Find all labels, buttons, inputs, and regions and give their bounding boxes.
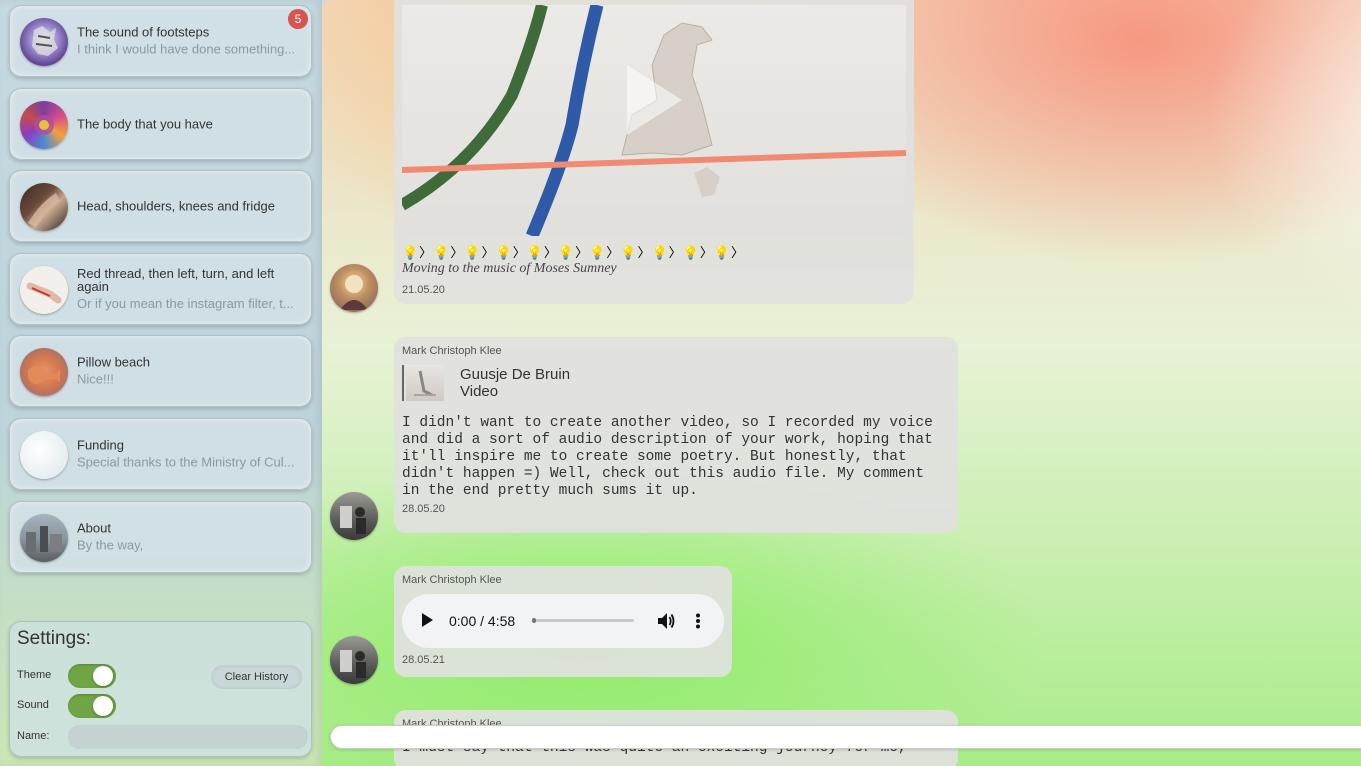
toggle-knob	[93, 666, 113, 686]
chat-preview: I think I would have done something...	[77, 41, 296, 57]
audio-time: 0:00 / 4:58	[449, 613, 516, 629]
chat-item-head-shoulders[interactable]: Head, shoulders, knees and fridge	[9, 170, 312, 242]
chat-avatar	[20, 266, 68, 314]
chat-title: The body that you have	[77, 116, 213, 132]
video-player[interactable]	[402, 5, 906, 236]
volume-icon[interactable]	[656, 611, 676, 631]
sound-toggle[interactable]	[68, 694, 116, 718]
sound-label: Sound	[17, 699, 49, 711]
chat-item-pillow-beach[interactable]: Pillow beach Nice!!!	[9, 335, 312, 407]
message-input[interactable]	[330, 725, 1361, 749]
chat-title: Head, shoulders, knees and fridge	[77, 198, 276, 214]
chat-sidebar: The sound of footsteps I think I would h…	[0, 0, 322, 766]
sender-avatar	[330, 264, 378, 312]
chat-item-funding[interactable]: Funding Special thanks to the Ministry o…	[9, 418, 312, 490]
chat-title: Funding	[77, 437, 124, 453]
chat-title: About	[77, 520, 111, 536]
audio-seek-bar[interactable]	[532, 618, 634, 623]
message-text: I didn't want to create another video, s…	[402, 415, 942, 499]
chat-title: Red thread, then left, turn, and left ag…	[77, 266, 275, 294]
chat-avatar	[20, 431, 68, 479]
theme-toggle[interactable]	[68, 664, 116, 688]
toggle-knob	[93, 696, 113, 716]
emoji-row: 💡〉💡〉💡〉💡〉💡〉💡〉💡〉💡〉💡〉💡〉💡〉	[402, 245, 746, 260]
reply-author: Guusje De Bruin	[460, 366, 571, 383]
seek-thumb	[532, 618, 536, 623]
chat-item-about[interactable]: About By the way,	[9, 501, 312, 573]
chat-item-red-thread[interactable]: Red thread, then left, turn, and left ag…	[9, 253, 312, 325]
reply-type: Video	[460, 383, 499, 400]
video-thumbnail	[402, 5, 906, 236]
audio-player: 0:00 / 4:58	[402, 594, 724, 648]
sender-avatar	[330, 492, 378, 540]
clear-history-button[interactable]: Clear History	[211, 665, 302, 689]
message-bubble: Mark Christoph Klee 0:00 / 4:58 28.05.21	[394, 566, 732, 677]
chat-preview: Nice!!!	[77, 371, 114, 387]
reply-preview[interactable]: Guusje De Bruin Video	[402, 365, 950, 401]
chat-preview: Or if you mean the instagram filter, t..…	[77, 296, 294, 311]
chat-avatar	[20, 348, 68, 396]
chat-avatar	[20, 514, 68, 562]
settings-panel: Settings: Theme Clear History Sound Name…	[9, 621, 312, 757]
reply-bar	[402, 365, 404, 401]
chat-title: The sound of footsteps	[77, 24, 210, 40]
sender-name: Mark Christoph Klee	[402, 574, 502, 586]
message-caption: Moving to the music of Moses Sumney	[402, 261, 617, 276]
name-label: Name:	[17, 730, 50, 742]
name-input[interactable]	[68, 725, 308, 749]
message-bubble: Mark Christoph Klee Guusje De Bruin Vide…	[394, 337, 958, 533]
message-date: 21.05.20	[402, 284, 445, 296]
chat-item-sound-of-footsteps[interactable]: The sound of footsteps I think I would h…	[9, 5, 312, 77]
chat-avatar	[20, 101, 68, 149]
chat-preview: Special thanks to the Ministry of Cul...	[77, 454, 295, 470]
sender-avatar	[330, 636, 378, 684]
settings-title: Settings:	[17, 628, 91, 649]
theme-label: Theme	[17, 669, 52, 681]
sender-name: Mark Christoph Klee	[402, 345, 502, 357]
play-icon[interactable]	[422, 613, 433, 627]
chat-avatar	[20, 183, 68, 231]
chat-item-body-that-you-have[interactable]: The body that you have	[9, 88, 312, 160]
unread-badge: 5	[288, 9, 308, 29]
chat-preview: By the way,	[77, 537, 144, 553]
message-date: 28.05.20	[402, 503, 445, 515]
chat-title: Pillow beach	[77, 354, 150, 370]
chat-view: 💡〉💡〉💡〉💡〉💡〉💡〉💡〉💡〉💡〉💡〉💡〉 Moving to the mus…	[322, 0, 1361, 766]
chat-avatar	[20, 18, 68, 66]
message-date: 28.05.21	[402, 654, 445, 666]
more-options-icon[interactable]	[695, 613, 701, 629]
message-bubble: 💡〉💡〉💡〉💡〉💡〉💡〉💡〉💡〉💡〉💡〉💡〉 Moving to the mus…	[394, 0, 914, 304]
reply-thumbnail	[406, 365, 444, 401]
